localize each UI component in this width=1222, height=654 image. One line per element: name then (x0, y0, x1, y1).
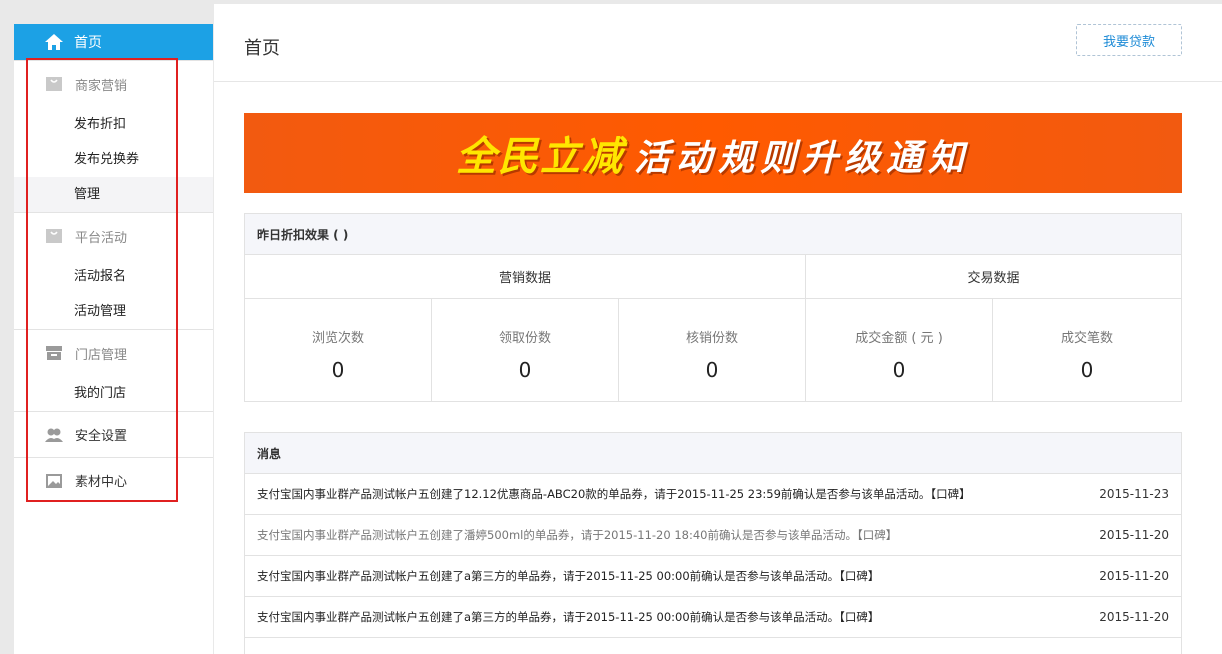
sidebar: 首页 商家营销 发布折扣 发布兑换券 管理 平台活动 活动报名 活动管理 门店管… (14, 24, 213, 654)
message-text[interactable]: 支付宝国内事业群产品测试帐户五创建了a第三方的单品券，请于2015-11-25 … (257, 568, 879, 584)
message-date: 2015-11-20 (1099, 610, 1169, 624)
metric-label: 核销份数 (685, 331, 738, 346)
sidebar-item-publish-discount[interactable]: 发布折扣 (14, 107, 213, 142)
main-content: 首页 我要贷款 全民立减 活动规则升级通知 昨日折扣效果 ( ) 营销数据 交易… (214, 4, 1222, 654)
metric-value: 0 (705, 358, 719, 382)
users-icon (45, 427, 63, 443)
metric-redeemed: 核销份数 0 (619, 299, 806, 401)
message-text[interactable]: 支付宝国内事业群产品测试帐户五创建了a第三方的单品券，请于2015-11-25 … (257, 609, 879, 625)
sidebar-group-material: 素材中心 (14, 457, 213, 503)
home-icon (44, 32, 64, 52)
sidebar-group-label: 商家营销 (75, 78, 128, 94)
sidebar-group-title-store-management: 门店管理 (14, 330, 213, 376)
marketing-data-header: 营销数据 (245, 255, 806, 298)
sidebar-group-label: 门店管理 (75, 347, 128, 363)
sidebar-item-home-label: 首页 (74, 35, 102, 51)
sidebar-group-security: 安全设置 (14, 411, 213, 457)
stats-panel: 昨日折扣效果 ( ) 营销数据 交易数据 浏览次数 0 领取份数 0 核销份数 … (244, 213, 1182, 402)
promo-banner[interactable]: 全民立减 活动规则升级通知 (244, 113, 1182, 193)
metric-value: 0 (1080, 358, 1094, 382)
sidebar-group-platform-activity: 平台活动 活动报名 活动管理 (14, 212, 213, 329)
trade-data-header: 交易数据 (967, 271, 1020, 286)
sidebar-group-store-management: 门店管理 我的门店 (14, 329, 213, 411)
sidebar-item-security-label: 安全设置 (75, 429, 128, 444)
shopping-bag-icon (45, 228, 63, 244)
image-icon (45, 473, 63, 489)
metric-label: 浏览次数 (311, 331, 364, 346)
metric-amount: 成交金额 ( 元 ) 0 (806, 299, 993, 401)
sidebar-item-activity-signup[interactable]: 活动报名 (14, 259, 213, 294)
message-row[interactable]: 支付宝国内事业群产品测试帐户五创建了a第三方的单品券，请于2015-11-25 … (245, 597, 1181, 638)
sidebar-item-publish-coupon[interactable]: 发布兑换券 (14, 142, 213, 177)
metric-value: 0 (331, 358, 345, 382)
metric-value: 0 (518, 358, 532, 382)
loan-button[interactable]: 我要贷款 (1076, 24, 1182, 56)
message-date: 2015-11-20 (1099, 569, 1169, 583)
message-date: 2015-11-20 (1099, 528, 1169, 542)
message-row[interactable]: 支付宝国内事业群产品测试帐户五创建了潘婷500ml的单品券，请于2015-11-… (245, 515, 1181, 556)
metric-transactions: 成交笔数 0 (993, 299, 1181, 401)
sidebar-group-label: 平台活动 (75, 230, 128, 246)
stats-panel-title: 昨日折扣效果 ( ) (245, 214, 1181, 255)
page-title: 首页 (244, 38, 280, 59)
message-text[interactable]: 支付宝国内事业群产品测试帐户五创建了12.12优惠商品-ABC20款的单品券，请… (257, 486, 971, 502)
metric-label: 成交金额 ( 元 ) (855, 331, 943, 346)
message-text[interactable]: 支付宝国内事业群产品测试帐户五创建了潘婷500ml的单品券，请于2015-11-… (257, 527, 897, 543)
sidebar-item-activity-manage[interactable]: 活动管理 (14, 294, 213, 329)
metric-label: 领取份数 (498, 331, 551, 346)
sidebar-group-merchant-marketing: 商家营销 发布折扣 发布兑换券 管理 (14, 60, 213, 212)
message-date: 2015-11-23 (1099, 487, 1169, 501)
messages-panel: 消息 支付宝国内事业群产品测试帐户五创建了12.12优惠商品-ABC20款的单品… (244, 432, 1182, 654)
metric-value: 0 (892, 358, 906, 382)
store-icon (45, 345, 63, 361)
metric-claimed: 领取份数 0 (432, 299, 619, 401)
stats-group-row: 营销数据 交易数据 (245, 255, 1181, 299)
banner-text: 活动规则升级通知 (633, 137, 970, 179)
shopping-bag-icon (45, 76, 63, 92)
metric-views: 浏览次数 0 (245, 299, 432, 401)
message-row[interactable]: 支付宝国内事业群产品测试帐户五创建了12.12优惠商品-ABC20款的单品券，请… (245, 474, 1181, 515)
sidebar-item-my-store[interactable]: 我的门店 (14, 376, 213, 411)
main-header: 首页 我要贷款 (214, 4, 1222, 82)
messages-panel-title: 消息 (245, 433, 1181, 474)
message-row[interactable]: 支付宝国内事业群产品测试帐户五创建了a第三方的单品券，请于2015-11-25 … (245, 556, 1181, 597)
metric-label: 成交笔数 (1060, 331, 1113, 346)
sidebar-item-material-label: 素材中心 (75, 475, 128, 490)
metrics-row: 浏览次数 0 领取份数 0 核销份数 0 成交金额 ( 元 ) 0 成交笔数 0 (245, 299, 1181, 401)
sidebar-group-title-platform-activity: 平台活动 (14, 213, 213, 259)
sidebar-item-security[interactable]: 安全设置 (14, 412, 213, 457)
banner-highlight-text: 全民立减 (455, 133, 624, 180)
sidebar-item-manage[interactable]: 管理 (14, 177, 213, 212)
sidebar-group-title-merchant-marketing: 商家营销 (14, 61, 213, 107)
sidebar-item-home[interactable]: 首页 (14, 24, 213, 60)
sidebar-item-material-center[interactable]: 素材中心 (14, 458, 213, 503)
